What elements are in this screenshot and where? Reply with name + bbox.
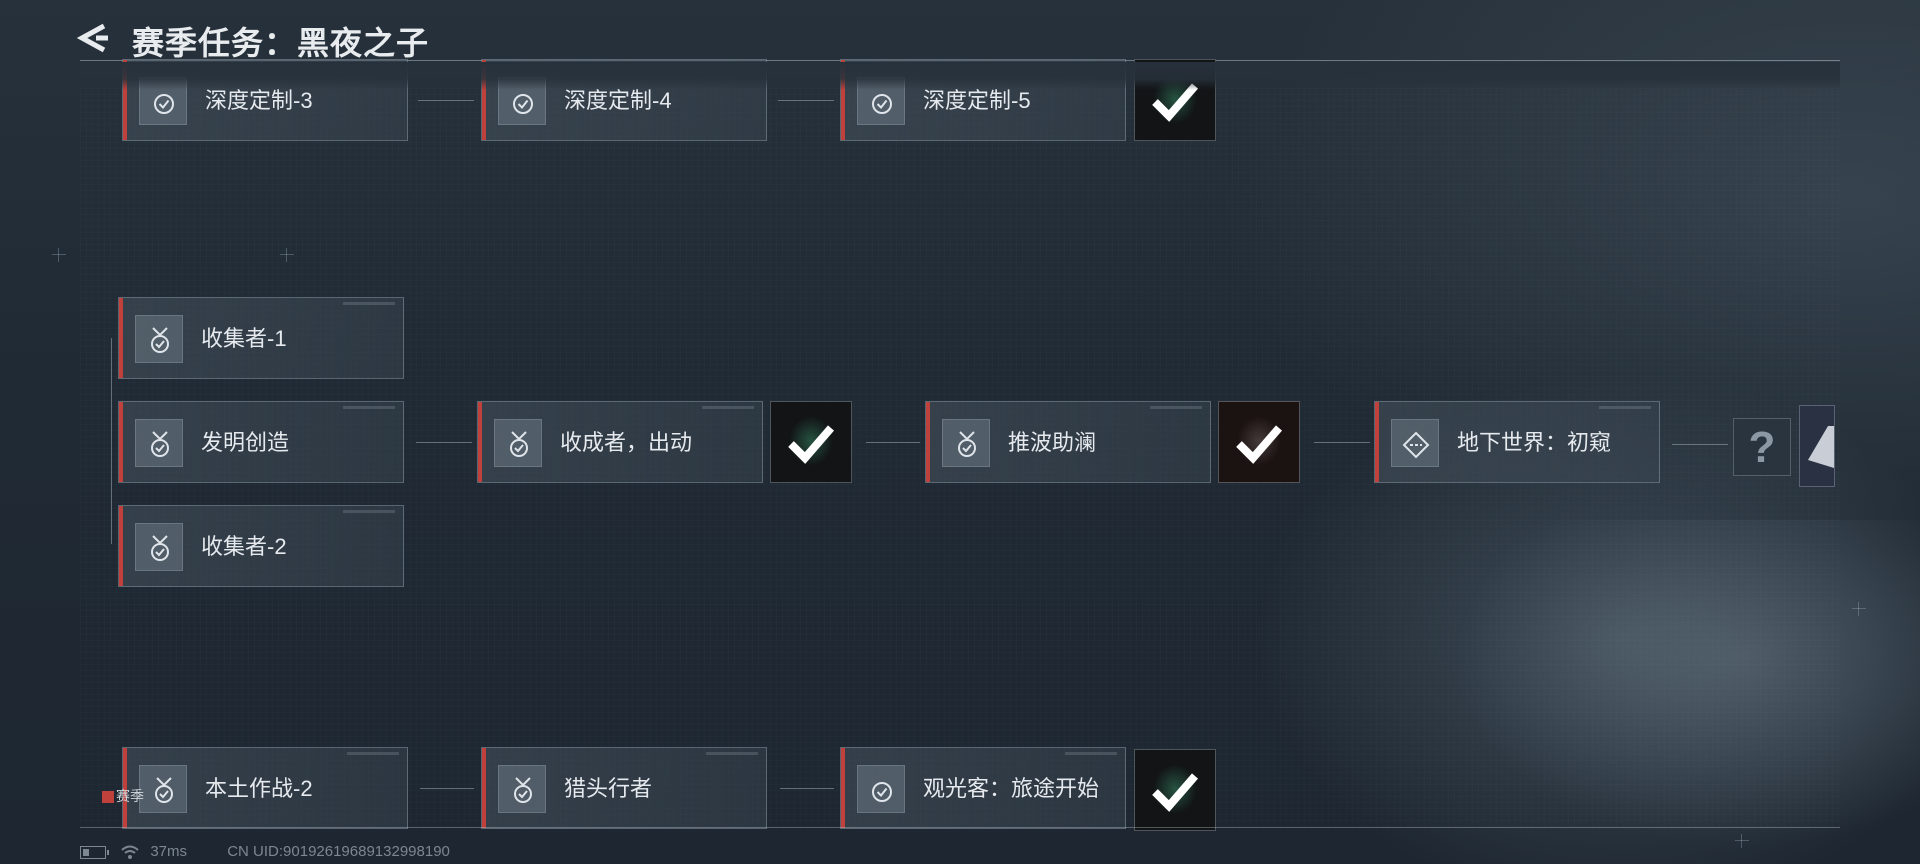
footer-divider xyxy=(80,827,1840,828)
quest-icon-box xyxy=(1391,419,1439,467)
card-accent xyxy=(841,748,845,828)
quest-card-branch-1[interactable]: 收集者-1 xyxy=(118,297,404,379)
quest-card-main-3[interactable]: 地下世界：初窥 xyxy=(1374,401,1660,483)
claimed-check-icon xyxy=(1236,425,1283,464)
medal-check-icon xyxy=(510,431,528,457)
card-corner xyxy=(343,510,395,513)
card-corner xyxy=(343,302,395,305)
quest-icon-box xyxy=(135,523,183,571)
circle-check-icon xyxy=(513,94,533,114)
medal-check-icon xyxy=(151,535,169,561)
quest-icon-box xyxy=(139,765,187,813)
header: 赛季任务：黑夜之子 xyxy=(0,0,1920,62)
crosshair-decor xyxy=(1852,602,1866,616)
quest-icon-box xyxy=(135,315,183,363)
circle-check-icon xyxy=(872,94,892,114)
card-corner xyxy=(347,752,399,755)
locked-reward-slot[interactable]: ? xyxy=(1733,418,1791,476)
question-mark-icon: ? xyxy=(1748,423,1776,472)
connector xyxy=(418,100,474,101)
circle-check-icon xyxy=(154,94,174,114)
claimed-check-icon xyxy=(788,425,835,464)
quest-icon-box xyxy=(135,419,183,467)
card-accent xyxy=(1375,402,1379,482)
diamond-arrow-icon xyxy=(1402,431,1430,459)
quest-label: 发明创造 xyxy=(201,430,290,455)
card-accent xyxy=(119,506,123,586)
back-button[interactable] xyxy=(76,20,112,56)
ping-value: 37ms xyxy=(150,843,188,860)
season-tag-label: 赛季 xyxy=(116,788,144,804)
quest-card-main-1[interactable]: 收成者，出动 xyxy=(477,401,763,483)
next-quest-card-partial[interactable] xyxy=(1799,405,1835,487)
connector xyxy=(780,788,834,789)
medal-check-icon xyxy=(155,777,173,803)
card-corner xyxy=(706,752,758,755)
branch-line xyxy=(111,338,112,544)
season-tag-dot xyxy=(102,791,114,804)
medal-check-icon xyxy=(958,431,976,457)
medal-check-icon xyxy=(514,777,532,803)
card-corner xyxy=(343,406,395,409)
season-tag: 赛季 xyxy=(102,788,144,804)
quest-label: 推波助澜 xyxy=(1008,430,1097,455)
quest-label: 本土作战-2 xyxy=(205,776,313,801)
quest-label: 观光客：旅途开始 xyxy=(923,776,1100,801)
back-arrow-icon xyxy=(76,23,108,53)
quest-tree-screen: 赛季任务：黑夜之子 深度定制-3 深度定制-4 深度定制-5 收集者-1 发明创… xyxy=(0,0,1920,864)
crosshair-decor xyxy=(52,248,66,262)
quest-label: 地下世界：初窥 xyxy=(1457,430,1612,455)
scroll-fade xyxy=(80,62,1840,90)
quest-icon-box xyxy=(857,765,905,813)
medal-check-icon xyxy=(151,431,169,457)
quest-label: 猎头行者 xyxy=(564,776,653,801)
circle-check-icon xyxy=(872,782,892,802)
card-accent xyxy=(482,748,486,828)
quest-label: 收集者-1 xyxy=(201,326,287,351)
quest-card-row3-1[interactable]: 本土作战-2 xyxy=(122,747,408,829)
battery-icon xyxy=(80,845,109,859)
card-corner xyxy=(1150,406,1202,409)
card-accent xyxy=(478,402,482,482)
card-accent xyxy=(119,298,123,378)
connector xyxy=(416,442,472,443)
page-title: 赛季任务：黑夜之子 xyxy=(132,25,430,61)
quest-card-branch-3[interactable]: 收集者-2 xyxy=(118,505,404,587)
quest-card-branch-2[interactable]: 发明创造 xyxy=(118,401,404,483)
connector xyxy=(866,442,920,443)
uid-text: CN UID:9019261968913299819​0 xyxy=(227,843,450,860)
connector xyxy=(1314,442,1370,443)
quest-icon-box xyxy=(498,765,546,813)
quest-card-row3-3[interactable]: 观光客：旅途开始 xyxy=(840,747,1126,829)
card-accent xyxy=(926,402,930,482)
quest-card-main-2[interactable]: 推波助澜 xyxy=(925,401,1211,483)
card-accent xyxy=(119,402,123,482)
quest-card-row3-2[interactable]: 猎头行者 xyxy=(481,747,767,829)
blade-icon xyxy=(1808,426,1834,468)
quest-icon-box xyxy=(942,419,990,467)
reward-slot-main-1[interactable] xyxy=(770,401,852,483)
wifi-icon xyxy=(121,845,139,860)
status-bar: 37ms CN UID:9019261968913299819​0 xyxy=(80,842,450,862)
reward-slot-main-2[interactable] xyxy=(1218,401,1300,483)
card-corner xyxy=(702,406,754,409)
quest-label: 收集者-2 xyxy=(201,534,287,559)
crosshair-decor xyxy=(1735,834,1749,848)
reward-slot-row3[interactable] xyxy=(1134,749,1216,831)
connector xyxy=(1672,444,1728,445)
claimed-check-icon xyxy=(1152,773,1199,812)
connector xyxy=(778,100,834,101)
storm-background xyxy=(1430,520,1920,864)
medal-check-icon xyxy=(151,327,169,353)
quest-icon-box xyxy=(494,419,542,467)
quest-label: 收成者，出动 xyxy=(560,430,693,455)
crosshair-decor xyxy=(280,248,294,262)
connector xyxy=(420,788,474,789)
